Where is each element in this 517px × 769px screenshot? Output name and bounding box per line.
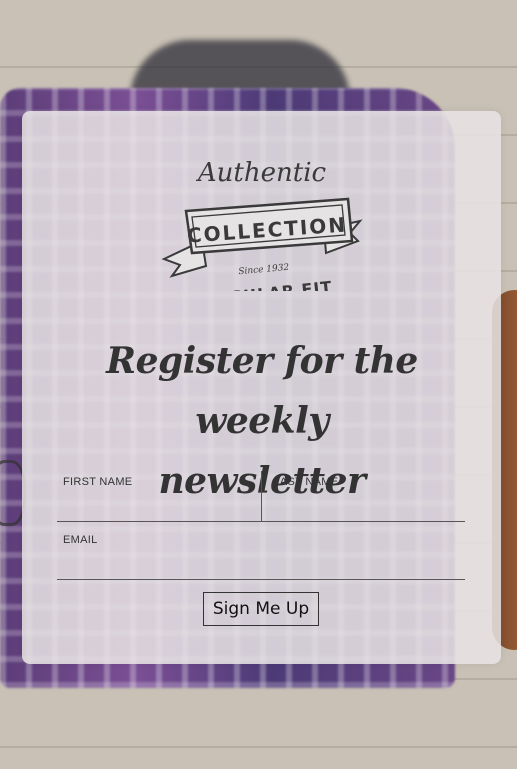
email-label: EMAIL [63,534,98,546]
logo-bottom-text: REGULAR FIT [203,277,333,291]
first-name-field: FIRST NAME [57,471,262,521]
name-row: FIRST NAME LAST NAME [57,471,465,522]
last-name-label: LAST NAME [273,476,339,488]
last-name-field: LAST NAME [262,471,466,521]
email-input[interactable] [63,557,461,575]
signup-form: FIRST NAME LAST NAME EMAIL Sign Me Up [57,471,465,626]
first-name-input[interactable] [63,499,257,517]
last-name-input[interactable] [267,499,461,517]
title-line-1: Register for the weekly [106,340,418,442]
brand-logo: Authentic COLLECTION Since 1932 REGULAR … [161,158,363,291]
logo-script-text: Authentic [196,158,327,188]
email-field: EMAIL [57,529,465,579]
email-row: EMAIL [57,529,465,580]
submit-wrapper: Sign Me Up [57,592,465,626]
sign-up-button[interactable]: Sign Me Up [202,592,320,626]
newsletter-card: Authentic COLLECTION Since 1932 REGULAR … [22,111,501,664]
logo-since-text: Since 1932 [238,263,290,277]
first-name-label: FIRST NAME [63,476,133,488]
